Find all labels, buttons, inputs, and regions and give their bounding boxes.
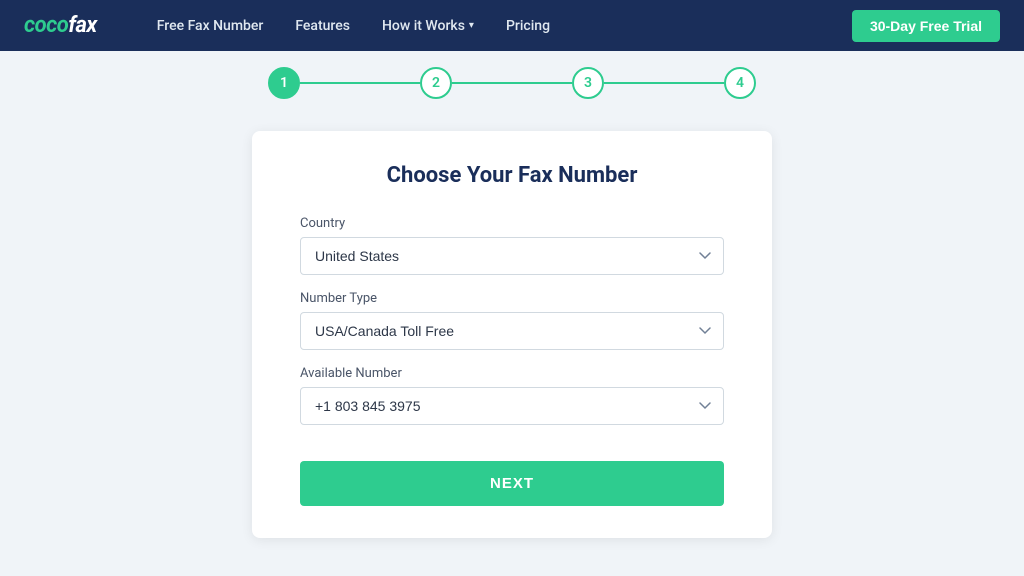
nav-free-fax-number[interactable]: Free Fax Number xyxy=(157,18,264,34)
country-group: Country United States Canada United King… xyxy=(300,216,724,275)
step-2[interactable]: 2 xyxy=(420,67,452,99)
available-number-select[interactable]: +1 803 845 3975 +1 855 234 5678 +1 888 3… xyxy=(300,387,724,425)
country-label: Country xyxy=(300,216,724,231)
trial-button[interactable]: 30-Day Free Trial xyxy=(852,10,1000,42)
logo: cocofax xyxy=(24,13,97,38)
nav-how-it-works[interactable]: How it Works ▾ xyxy=(382,18,474,34)
chevron-down-icon: ▾ xyxy=(469,20,474,31)
nav: Free Fax Number Features How it Works ▾ … xyxy=(157,10,1000,42)
available-number-label: Available Number xyxy=(300,366,724,381)
next-button[interactable]: NEXT xyxy=(300,461,724,506)
step-1[interactable]: 1 xyxy=(268,67,300,99)
nav-features[interactable]: Features xyxy=(295,18,350,34)
country-select[interactable]: United States Canada United Kingdom Aust… xyxy=(300,237,724,275)
step-4[interactable]: 4 xyxy=(724,67,756,99)
available-number-group: Available Number +1 803 845 3975 +1 855 … xyxy=(300,366,724,425)
header: cocofax Free Fax Number Features How it … xyxy=(0,0,1024,51)
stepper: 1 2 3 4 xyxy=(268,67,756,99)
step-line-2-3 xyxy=(452,82,572,84)
form-card: Choose Your Fax Number Country United St… xyxy=(252,131,772,538)
number-type-label: Number Type xyxy=(300,291,724,306)
number-type-group: Number Type USA/Canada Toll Free Local I… xyxy=(300,291,724,350)
number-type-select[interactable]: USA/Canada Toll Free Local International xyxy=(300,312,724,350)
step-line-1-2 xyxy=(300,82,420,84)
stepper-bar: 1 2 3 4 xyxy=(0,51,1024,111)
card-title: Choose Your Fax Number xyxy=(300,163,724,188)
step-line-3-4 xyxy=(604,82,724,84)
step-3[interactable]: 3 xyxy=(572,67,604,99)
main-content: Choose Your Fax Number Country United St… xyxy=(0,111,1024,558)
nav-pricing[interactable]: Pricing xyxy=(506,18,550,34)
